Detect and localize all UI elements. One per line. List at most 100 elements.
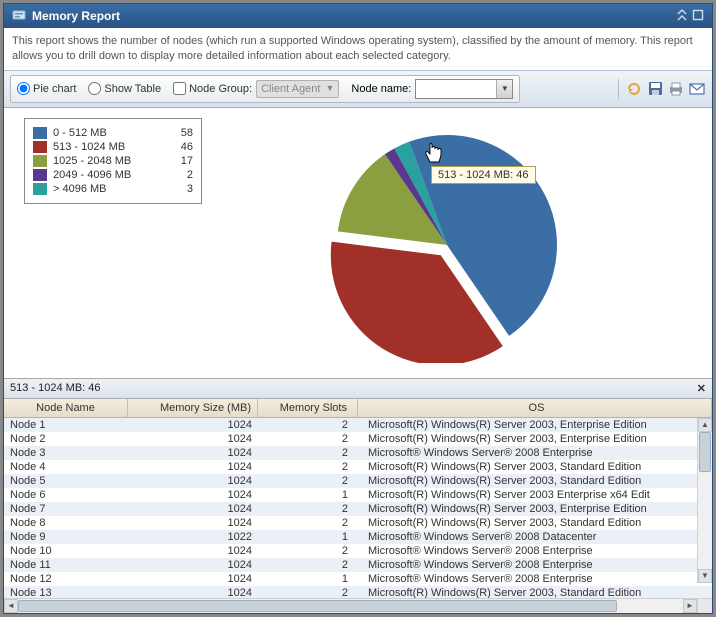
col-os[interactable]: OS [358,399,712,417]
show-table-radio[interactable]: Show Table [88,82,161,95]
table-row[interactable]: Node 610241Microsoft(R) Windows(R) Serve… [4,488,712,502]
legend-item[interactable]: 1025 - 2048 MB17 [33,155,193,167]
toolbar: Pie chart Show Table Node Group: Client … [4,70,712,108]
legend-item[interactable]: 513 - 1024 MB 46 [33,141,193,153]
legend-swatch [33,127,47,139]
cell-memory-size: 1024 [128,587,258,598]
cell-os: Microsoft® Windows Server® 2008 Enterpri… [358,559,712,571]
print-icon[interactable] [667,80,685,98]
legend-label: > 4096 MB [53,183,167,195]
legend-item[interactable]: > 4096 MB 3 [33,183,193,195]
grid-title: 513 - 1024 MB: 46 [10,382,101,395]
chart-tooltip: 513 - 1024 MB: 46 [431,166,536,184]
maximize-icon[interactable] [692,9,704,24]
cell-node-name: Node 7 [4,503,128,515]
cell-memory-slots: 1 [258,531,358,543]
grid-header: Node Name Memory Size (MB) Memory Slots … [4,399,712,418]
table-row[interactable]: Node 410242Microsoft(R) Windows(R) Serve… [4,460,712,474]
table-row[interactable]: Node 710242Microsoft(R) Windows(R) Serve… [4,502,712,516]
table-row[interactable]: Node 110242Microsoft(R) Windows(R) Serve… [4,418,712,432]
cell-os: Microsoft® Windows Server® 2008 Enterpri… [358,573,712,585]
cell-node-name: Node 12 [4,573,128,585]
pie-chart[interactable]: 513 - 1024 MB: 46 [202,118,692,368]
close-icon[interactable]: ✕ [697,382,706,395]
legend-value: 58 [173,127,193,139]
cell-os: Microsoft(R) Windows(R) Server 2003, Sta… [358,587,712,598]
pie-chart-radio[interactable]: Pie chart [17,82,76,95]
cell-memory-slots: 2 [258,545,358,557]
cell-os: Microsoft(R) Windows(R) Server 2003, Sta… [358,517,712,529]
scrollbar-vertical[interactable]: ▲ ▼ [697,418,712,583]
cell-memory-slots: 2 [258,433,358,445]
cell-node-name: Node 3 [4,447,128,459]
cell-memory-slots: 1 [258,573,358,585]
cell-memory-slots: 2 [258,587,358,598]
cell-node-name: Node 2 [4,433,128,445]
cell-memory-size: 1024 [128,559,258,571]
cell-os: Microsoft(R) Windows(R) Server 2003, Sta… [358,475,712,487]
table-row[interactable]: Node 810242Microsoft(R) Windows(R) Serve… [4,516,712,530]
legend-value: 46 [173,141,193,153]
node-group-checkbox[interactable]: Node Group: [173,82,252,95]
chevron-down-icon[interactable]: ▼ [496,80,512,98]
table-row[interactable]: Node 1210241Microsoft® Windows Server® 2… [4,572,712,586]
app-icon [12,8,26,25]
legend-swatch [33,169,47,181]
grid-body[interactable]: Node 110242Microsoft(R) Windows(R) Serve… [4,418,712,598]
cell-memory-slots: 1 [258,489,358,501]
cell-memory-size: 1024 [128,573,258,585]
cell-memory-size: 1024 [128,433,258,445]
cell-os: Microsoft(R) Windows(R) Server 2003, Sta… [358,461,712,473]
cell-memory-size: 1024 [128,517,258,529]
legend-item[interactable]: 0 - 512 MB58 [33,127,193,139]
scroll-down-icon[interactable]: ▼ [698,569,712,583]
cell-memory-size: 1024 [128,461,258,473]
legend-label: 1025 - 2048 MB [53,155,167,167]
node-name-label: Node name: [351,83,411,95]
legend-value: 3 [173,183,193,195]
table-row[interactable]: Node 1310242Microsoft(R) Windows(R) Serv… [4,586,712,598]
view-controls: Pie chart Show Table Node Group: Client … [10,75,520,103]
cell-memory-size: 1022 [128,531,258,543]
table-row[interactable]: Node 1010242Microsoft® Windows Server® 2… [4,544,712,558]
table-row[interactable]: Node 1110242Microsoft® Windows Server® 2… [4,558,712,572]
email-icon[interactable] [688,80,706,98]
cell-memory-slots: 2 [258,419,358,431]
legend-item[interactable]: 2049 - 4096 MB 2 [33,169,193,181]
cell-memory-slots: 2 [258,447,358,459]
cell-memory-size: 1024 [128,447,258,459]
save-icon[interactable] [646,80,664,98]
scroll-thumb-v[interactable] [699,432,711,472]
report-description: This report shows the number of nodes (w… [4,28,712,70]
table-row[interactable]: Node 910221Microsoft® Windows Server® 20… [4,530,712,544]
cell-memory-slots: 2 [258,461,358,473]
node-name-input[interactable]: ▼ [415,79,513,99]
legend-label: 513 - 1024 MB [53,141,167,153]
cell-memory-size: 1024 [128,419,258,431]
table-row[interactable]: Node 210242Microsoft(R) Windows(R) Serve… [4,432,712,446]
col-memory-size[interactable]: Memory Size (MB) [128,399,258,417]
cell-memory-slots: 2 [258,503,358,515]
cell-os: Microsoft® Windows Server® 2008 Datacent… [358,531,712,543]
cell-node-name: Node 1 [4,419,128,431]
cell-memory-size: 1024 [128,489,258,501]
cell-os: Microsoft® Windows Server® 2008 Enterpri… [358,447,712,459]
cell-memory-slots: 2 [258,559,358,571]
memory-report-window: Memory Report This report shows the numb… [3,3,713,614]
scroll-up-icon[interactable]: ▲ [698,418,712,432]
legend-value: 2 [173,169,193,181]
cell-os: Microsoft(R) Windows(R) Server 2003, Ent… [358,433,712,445]
cell-memory-size: 1024 [128,475,258,487]
cell-memory-size: 1024 [128,503,258,515]
refresh-icon[interactable] [625,80,643,98]
cell-os: Microsoft® Windows Server® 2008 Enterpri… [358,545,712,557]
table-row[interactable]: Node 310242Microsoft® Windows Server® 20… [4,446,712,460]
col-node-name[interactable]: Node Name [4,399,128,417]
table-row[interactable]: Node 510242Microsoft(R) Windows(R) Serve… [4,474,712,488]
cell-memory-slots: 2 [258,517,358,529]
col-memory-slots[interactable]: Memory Slots [258,399,358,417]
collapse-icon[interactable] [676,9,688,24]
scrollbar-horizontal[interactable]: ◄ ► [4,598,712,613]
chart-area: 0 - 512 MB58 513 - 1024 MB 46 1025 - 2048 M… [4,108,712,378]
legend-label: 2049 - 4096 MB [53,169,167,181]
